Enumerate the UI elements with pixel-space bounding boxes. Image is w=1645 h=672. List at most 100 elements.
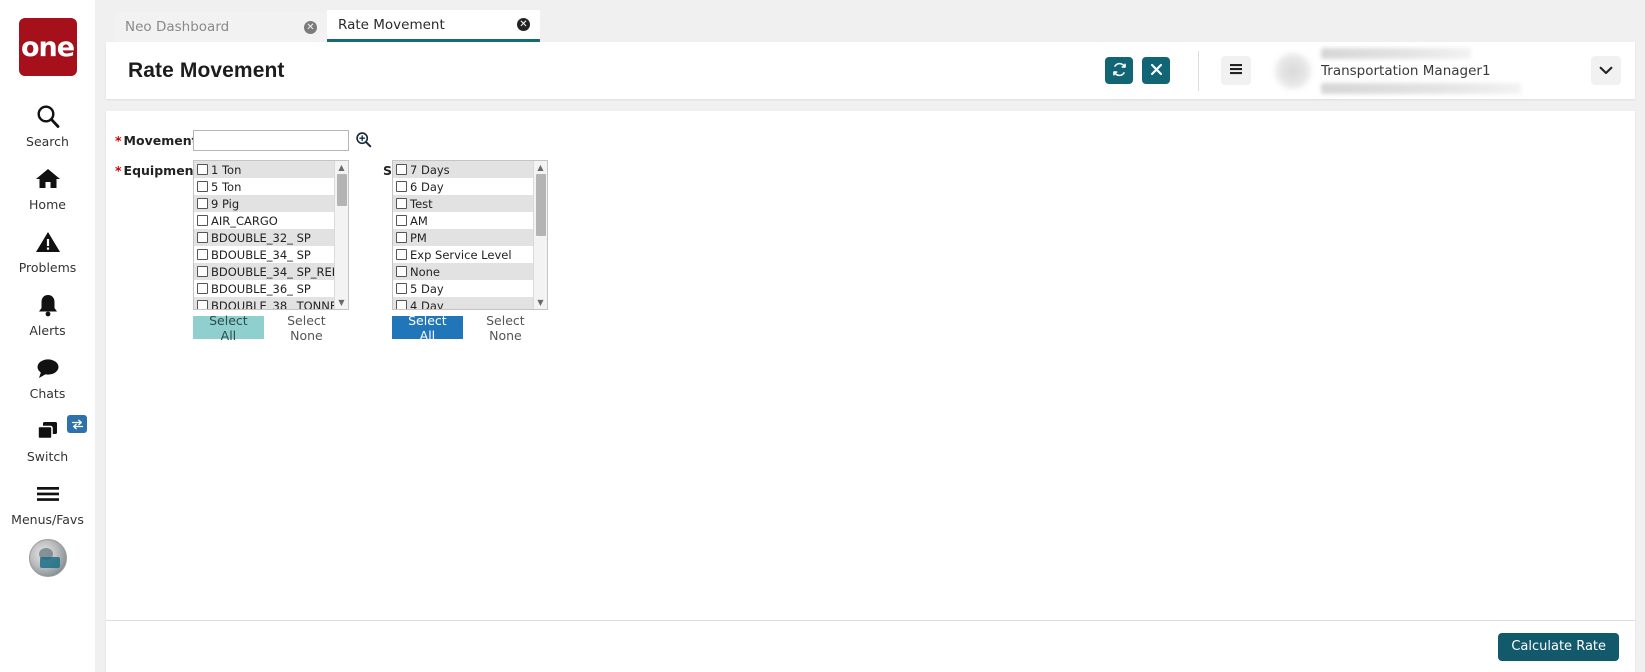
main-menu-button[interactable] — [1221, 56, 1251, 85]
movement-label-text: Movement: — [123, 133, 203, 148]
tab-rate-movement[interactable]: Rate Movement ✕ — [327, 10, 540, 42]
checkbox-icon[interactable] — [197, 181, 208, 192]
checkbox-icon[interactable] — [396, 249, 407, 260]
service-level-select-none-button[interactable]: Select None — [463, 313, 548, 343]
close-circle-icon[interactable]: ✕ — [304, 20, 317, 34]
close-page-button[interactable] — [1142, 57, 1170, 84]
option-label: None — [410, 264, 441, 279]
checkbox-icon[interactable] — [197, 300, 208, 309]
close-circle-icon[interactable]: ✕ — [517, 18, 530, 31]
service-level-scrollbar[interactable]: ▲ ▼ — [533, 161, 547, 309]
swap-arrows-icon[interactable] — [67, 415, 87, 433]
option-label: BDOUBLE_38_ TONNE — [211, 298, 334, 310]
sidebar-item-label: Alerts — [29, 323, 66, 338]
copy-stack-icon — [34, 416, 62, 446]
list-item[interactable]: AIR_CARGO — [194, 212, 334, 229]
sidebar-item-menus-favs[interactable]: Menus/Favs — [0, 470, 95, 533]
checkbox-icon[interactable] — [197, 249, 208, 260]
service-level-buttons: Select All Select None — [392, 313, 548, 343]
blurred-company-name — [1321, 47, 1471, 59]
equipment-select-none-button[interactable]: Select None — [264, 313, 349, 343]
equipment-options: 1 Ton 5 Ton 9 Pig AIR_CARGO BDOUBLE_32_ … — [194, 161, 334, 309]
equipment-label: * Equipment: — [115, 160, 205, 178]
equipment-scrollbar[interactable]: ▲ ▼ — [334, 161, 348, 309]
equipment-select-all-button[interactable]: Select All — [193, 313, 264, 343]
checkbox-icon[interactable] — [197, 164, 208, 175]
sidebar-item-chats[interactable]: Chats — [0, 344, 95, 407]
scrollbar-thumb[interactable] — [535, 174, 546, 236]
left-sidebar: one Search Home Problems Alerts Chats Sw… — [0, 0, 95, 672]
checkbox-icon[interactable] — [197, 266, 208, 277]
chevron-down-icon — [1599, 63, 1613, 78]
list-item[interactable]: BDOUBLE_34_ SP_REF — [194, 263, 334, 280]
movement-input[interactable] — [193, 130, 349, 151]
sidebar-item-problems[interactable]: Problems — [0, 218, 95, 281]
checkbox-icon[interactable] — [396, 181, 407, 192]
caret-up-icon[interactable]: ▲ — [335, 161, 349, 174]
service-level-options: 7 Days 6 Day Test AM PM Exp Service Leve… — [393, 161, 533, 309]
equipment-listbox[interactable]: 1 Ton 5 Ton 9 Pig AIR_CARGO BDOUBLE_32_ … — [193, 160, 349, 310]
option-label: Exp Service Level — [410, 247, 512, 262]
sidebar-item-alerts[interactable]: Alerts — [0, 281, 95, 344]
user-profile-block[interactable]: Transportation Manager1 — [1275, 47, 1575, 94]
list-item[interactable]: 9 Pig — [194, 195, 334, 212]
list-item[interactable]: 5 Ton — [194, 178, 334, 195]
zoom-in-search-icon[interactable] — [355, 131, 372, 148]
caret-down-icon[interactable]: ▼ — [335, 296, 349, 309]
checkbox-icon[interactable] — [396, 198, 407, 209]
checkbox-icon[interactable] — [197, 283, 208, 294]
option-label: 6 Day — [410, 179, 444, 194]
tab-neo-dashboard[interactable]: Neo Dashboard ✕ — [114, 12, 327, 42]
sidebar-item-search[interactable]: Search — [0, 92, 95, 155]
list-item[interactable]: BDOUBLE_32_ SP — [194, 229, 334, 246]
user-avatar-photo[interactable] — [28, 539, 67, 577]
sidebar-item-label: Problems — [18, 260, 77, 275]
user-menu-dropdown-button[interactable] — [1591, 56, 1621, 85]
checkbox-icon[interactable] — [396, 232, 407, 243]
list-item[interactable]: PM — [393, 229, 533, 246]
service-level-listbox[interactable]: 7 Days 6 Day Test AM PM Exp Service Leve… — [392, 160, 548, 310]
checkbox-icon[interactable] — [396, 266, 407, 277]
list-item[interactable]: BDOUBLE_36_ SP — [194, 280, 334, 297]
list-item[interactable]: 7 Days — [393, 161, 533, 178]
list-item[interactable]: BDOUBLE_38_ TONNE — [194, 297, 334, 309]
list-item[interactable]: AM — [393, 212, 533, 229]
service-level-select-all-button[interactable]: Select All — [392, 313, 463, 343]
caret-up-icon[interactable]: ▲ — [534, 161, 548, 174]
checkbox-icon[interactable] — [396, 283, 407, 294]
list-item[interactable]: None — [393, 263, 533, 280]
hamburger-icon — [34, 479, 62, 509]
service-level-group: 7 Days 6 Day Test AM PM Exp Service Leve… — [392, 160, 548, 343]
calculate-rate-button[interactable]: Calculate Rate — [1498, 632, 1619, 661]
user-info: Transportation Manager1 — [1321, 47, 1575, 94]
checkbox-icon[interactable] — [396, 215, 407, 226]
one-logo[interactable]: one — [18, 18, 77, 76]
sidebar-item-home[interactable]: Home — [0, 155, 95, 218]
tab-label: Neo Dashboard — [125, 19, 230, 35]
list-item[interactable]: Test — [393, 195, 533, 212]
list-item[interactable]: 5 Day — [393, 280, 533, 297]
list-item[interactable]: BDOUBLE_34_ SP — [194, 246, 334, 263]
movement-label: * Movement: — [115, 130, 203, 148]
refresh-button[interactable] — [1105, 57, 1133, 84]
list-item[interactable]: 4 Day — [393, 297, 533, 309]
home-icon — [34, 164, 62, 194]
scrollbar-thumb[interactable] — [336, 174, 347, 206]
equipment-buttons: Select All Select None — [193, 313, 349, 343]
list-item[interactable]: 1 Ton — [194, 161, 334, 178]
option-label: 4 Day — [410, 298, 444, 310]
list-item[interactable]: Exp Service Level — [393, 246, 533, 263]
checkbox-icon[interactable] — [197, 232, 208, 243]
checkbox-icon[interactable] — [396, 300, 407, 309]
caret-down-icon[interactable]: ▼ — [534, 296, 548, 309]
header-divider — [1198, 50, 1199, 91]
checkbox-icon[interactable] — [197, 215, 208, 226]
rate-movement-form: * Movement: * Equipment: 1 Ton 5 Ton 9 P… — [106, 111, 1635, 620]
sidebar-item-switch[interactable]: Switch — [0, 407, 95, 470]
refresh-icon — [1112, 62, 1127, 80]
list-item[interactable]: 6 Day — [393, 178, 533, 195]
checkbox-icon[interactable] — [197, 198, 208, 209]
hamburger-icon — [1228, 62, 1244, 79]
checkbox-icon[interactable] — [396, 164, 407, 175]
option-label: BDOUBLE_34_ SP_REF — [211, 264, 334, 279]
